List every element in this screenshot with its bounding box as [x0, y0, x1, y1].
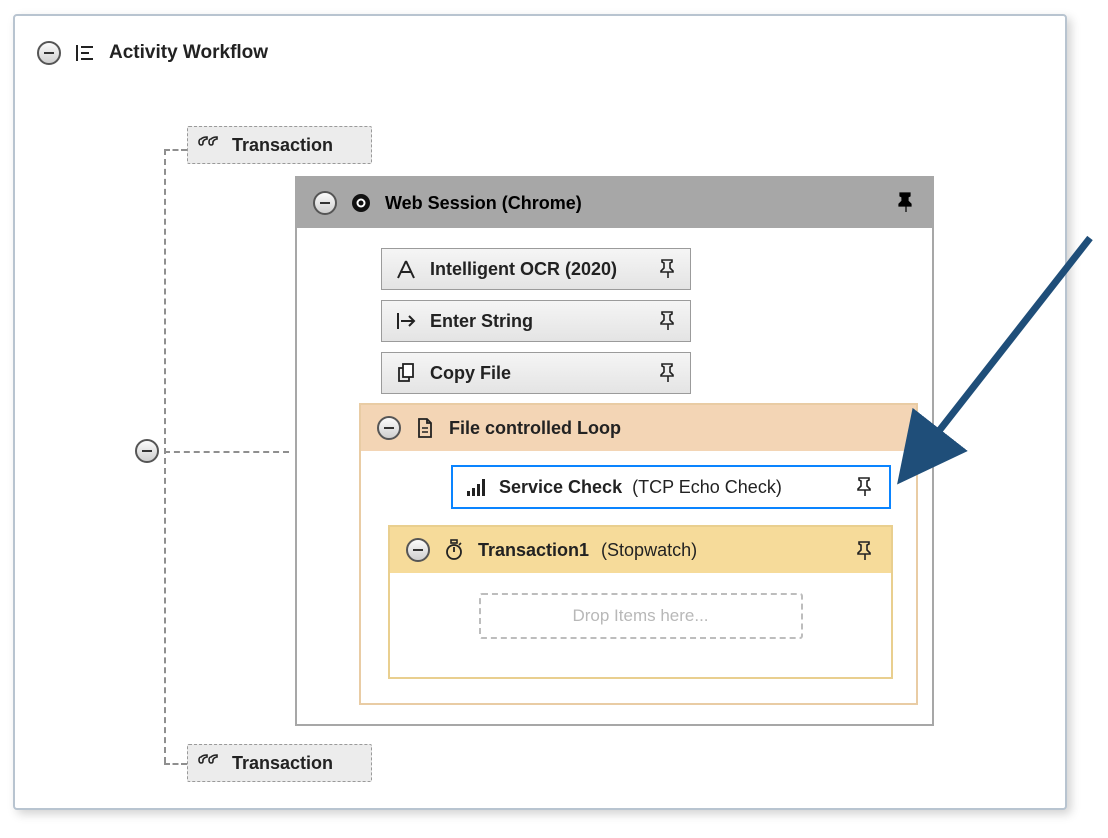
activity-sublabel: (TCP Echo Check) [632, 477, 782, 498]
tree-connector [164, 149, 187, 151]
stopwatch-icon [442, 538, 466, 562]
copy-file-icon [394, 361, 418, 385]
collapse-icon[interactable] [377, 416, 401, 440]
pin-icon[interactable] [656, 309, 680, 333]
file-icon [413, 416, 437, 440]
chrome-icon [349, 191, 373, 215]
web-session-header[interactable]: Web Session (Chrome) [297, 178, 932, 228]
tree-connector [164, 763, 187, 765]
quotes-icon [198, 751, 222, 775]
pin-icon[interactable] [894, 190, 918, 214]
ocr-icon [394, 257, 418, 281]
collapse-icon[interactable] [37, 41, 61, 65]
transaction1-label: Transaction1 [478, 540, 589, 561]
activity-label: Copy File [430, 363, 511, 384]
pin-icon[interactable] [656, 361, 680, 385]
file-loop-container[interactable]: File controlled Loop Service Check (TCP … [359, 403, 918, 705]
quotes-icon [198, 133, 222, 157]
transaction-label: Transaction [232, 135, 333, 156]
transaction-placeholder-bottom[interactable]: Transaction [187, 744, 372, 782]
root-header: Activity Workflow [37, 41, 268, 65]
activity-copy-file[interactable]: Copy File [381, 352, 691, 394]
activity-intelligent-ocr[interactable]: Intelligent OCR (2020) [381, 248, 691, 290]
file-loop-header[interactable]: File controlled Loop [361, 405, 916, 451]
collapse-icon[interactable] [313, 191, 337, 215]
workflow-icon [73, 41, 97, 65]
collapse-icon[interactable] [135, 439, 159, 463]
activity-label: Service Check [499, 477, 622, 498]
workflow-panel: Activity Workflow Transaction Transactio… [13, 14, 1067, 810]
signal-bars-icon [465, 475, 489, 499]
web-session-title: Web Session (Chrome) [385, 193, 582, 214]
pin-icon[interactable] [656, 257, 680, 281]
activity-enter-string[interactable]: Enter String [381, 300, 691, 342]
tree-connector [164, 451, 289, 453]
file-loop-title: File controlled Loop [449, 418, 621, 439]
activity-label: Intelligent OCR (2020) [430, 259, 617, 280]
activity-label: Enter String [430, 311, 533, 332]
transaction1-sublabel: (Stopwatch) [601, 540, 697, 561]
enter-string-icon [394, 309, 418, 333]
tree-connector [164, 149, 166, 763]
pin-icon[interactable] [853, 539, 877, 563]
pin-icon[interactable] [853, 475, 877, 499]
activity-service-check[interactable]: Service Check (TCP Echo Check) [451, 465, 891, 509]
transaction1-header[interactable]: Transaction1 (Stopwatch) [390, 527, 891, 573]
transaction1-container[interactable]: Transaction1 (Stopwatch) Drop Items here… [388, 525, 893, 679]
collapse-icon[interactable] [406, 538, 430, 562]
transaction-label: Transaction [232, 753, 333, 774]
transaction-placeholder-top[interactable]: Transaction [187, 126, 372, 164]
drop-zone[interactable]: Drop Items here... [479, 593, 803, 639]
root-title: Activity Workflow [109, 42, 268, 64]
